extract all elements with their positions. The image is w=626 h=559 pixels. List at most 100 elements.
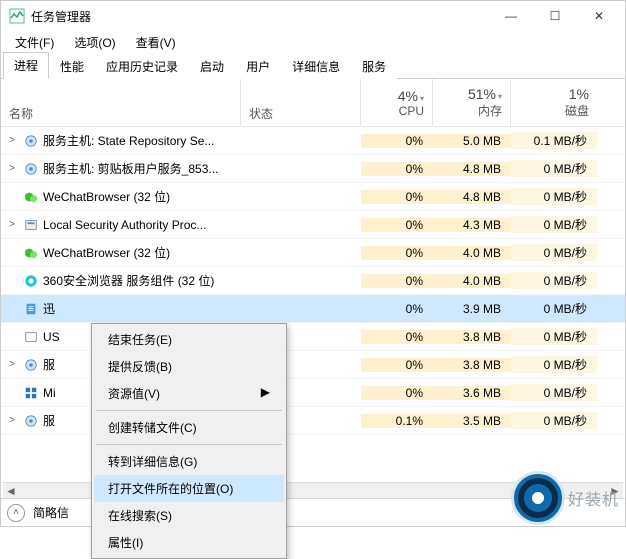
process-name: Local Security Authority Proc... [43,218,206,232]
process-mem: 4.8 MB [433,162,511,176]
process-cpu: 0% [361,246,433,260]
process-mem: 5.0 MB [433,134,511,148]
process-mem: 4.3 MB [433,218,511,232]
process-mem: 4.0 MB [433,274,511,288]
process-disk: 0 MB/秒 [511,384,597,401]
fewer-details-icon[interactable]: ˄ [7,504,25,522]
gear-icon [23,357,39,373]
menu-options[interactable]: 选项(O) [66,32,123,53]
chevron-down-icon: ▾ [498,92,502,101]
gear-icon [23,133,39,149]
process-cpu: 0% [361,358,433,372]
expand-icon[interactable]: > [5,163,19,174]
process-mem: 3.8 MB [433,330,511,344]
tabstrip: 进程 性能 应用历史记录 启动 用户 详细信息 服务 [1,53,625,79]
table-row[interactable]: 360安全浏览器 服务组件 (32 位) 0%4.0 MB0 MB/秒 [1,267,625,295]
ctx-properties[interactable]: 属性(I) [94,529,284,556]
process-cpu: 0% [361,274,433,288]
process-disk: 0 MB/秒 [511,216,597,233]
process-mem: 3.9 MB [433,302,511,316]
tab-details[interactable]: 详细信息 [281,53,351,79]
app-icon [9,8,25,24]
process-disk: 0 MB/秒 [511,272,597,289]
menu-view[interactable]: 查看(V) [128,32,184,53]
gear-icon [23,413,39,429]
close-button[interactable]: ✕ [577,2,621,30]
process-mem: 3.6 MB [433,386,511,400]
process-disk: 0 MB/秒 [511,356,597,373]
process-cpu: 0% [361,330,433,344]
process-disk: 0 MB/秒 [511,188,597,205]
watermark-logo-icon [514,474,562,522]
col-status[interactable]: 状态 [241,79,361,126]
ctx-goto-details[interactable]: 转到详细信息(G) [94,448,284,475]
process-name: 服务主机: State Repository Se... [43,132,214,149]
process-name: 服 [43,412,55,429]
table-row[interactable]: WeChatBrowser (32 位) 0%4.0 MB0 MB/秒 [1,239,625,267]
process-name: WeChatBrowser (32 位) [43,244,170,261]
tab-startup[interactable]: 启动 [189,53,235,79]
process-name: 服 [43,356,55,373]
watermark: 好装机 [514,474,619,522]
process-mem: 3.5 MB [433,414,511,428]
expand-icon[interactable]: > [5,219,19,230]
gear-icon [23,161,39,177]
process-mem: 4.0 MB [433,246,511,260]
fewer-details-label[interactable]: 简略信 [33,504,69,521]
process-name: Mi [43,386,56,400]
process-name: 360安全浏览器 服务组件 (32 位) [43,272,214,289]
expand-icon[interactable]: > [5,415,19,426]
table-row[interactable]: > 服务主机: 剪贴板用户服务_853... 0%4.8 MB0 MB/秒 [1,155,625,183]
col-cpu[interactable]: 4%▾ CPU [361,79,433,126]
tab-app-history[interactable]: 应用历史记录 [95,53,189,79]
maximize-button[interactable]: ☐ [533,2,577,30]
wechat-icon [23,245,39,261]
process-disk: 0 MB/秒 [511,328,597,345]
chevron-right-icon: ▶ [261,385,270,399]
process-cpu: 0% [361,218,433,232]
process-name: WeChatBrowser (32 位) [43,188,170,205]
process-cpu: 0% [361,162,433,176]
tab-processes[interactable]: 进程 [3,52,49,79]
process-cpu: 0% [361,302,433,316]
process-cpu: 0% [361,134,433,148]
scroll-left-icon[interactable]: ◄ [3,484,19,498]
process-disk: 0 MB/秒 [511,244,597,261]
tab-users[interactable]: 用户 [235,53,281,79]
expand-icon[interactable]: > [5,359,19,370]
wechat-icon [23,189,39,205]
process-name: 服务主机: 剪贴板用户服务_853... [43,160,218,177]
col-mem[interactable]: 51%▾ 内存 [433,79,511,126]
process-disk: 0.1 MB/秒 [511,132,597,149]
col-disk[interactable]: 1% 磁盘 [511,79,597,126]
menu-file[interactable]: 文件(F) [7,32,62,53]
tab-services[interactable]: 服务 [351,53,397,79]
context-menu: 结束任务(E) 提供反馈(B) 资源值(V) ▶ 创建转储文件(C) 转到详细信… [91,323,287,559]
process-disk: 0 MB/秒 [511,160,597,177]
ctx-resource[interactable]: 资源值(V) ▶ [94,380,284,407]
box-icon [23,329,39,345]
col-name[interactable]: 名称 [1,79,241,126]
expand-icon[interactable]: > [5,135,19,146]
process-name: 迅 [43,300,55,317]
watermark-text: 好装机 [568,486,619,510]
process-disk: 0 MB/秒 [511,300,597,317]
table-row[interactable]: 迅 0%3.9 MB0 MB/秒 [1,295,625,323]
ctx-create-dump[interactable]: 创建转储文件(C) [94,414,284,441]
process-cpu: 0.1% [361,414,433,428]
minimize-button[interactable]: — [489,2,533,30]
separator [96,410,282,411]
doc-icon [23,301,39,317]
table-row[interactable]: WeChatBrowser (32 位)0%4.8 MB0 MB/秒 [1,183,625,211]
table-row[interactable]: > 服务主机: State Repository Se... 0%5.0 MB0.1… [1,127,625,155]
process-mem: 3.8 MB [433,358,511,372]
separator [96,444,282,445]
ctx-end-task[interactable]: 结束任务(E) [94,326,284,353]
table-row[interactable]: > Local Security Authority Proc... 0%4.3 M… [1,211,625,239]
process-mem: 4.8 MB [433,190,511,204]
tab-performance[interactable]: 性能 [49,53,95,79]
process-cpu: 0% [361,386,433,400]
ctx-feedback[interactable]: 提供反馈(B) [94,353,284,380]
ctx-search-online[interactable]: 在线搜索(S) [94,502,284,529]
ctx-open-location[interactable]: 打开文件所在的位置(O) [94,475,284,502]
